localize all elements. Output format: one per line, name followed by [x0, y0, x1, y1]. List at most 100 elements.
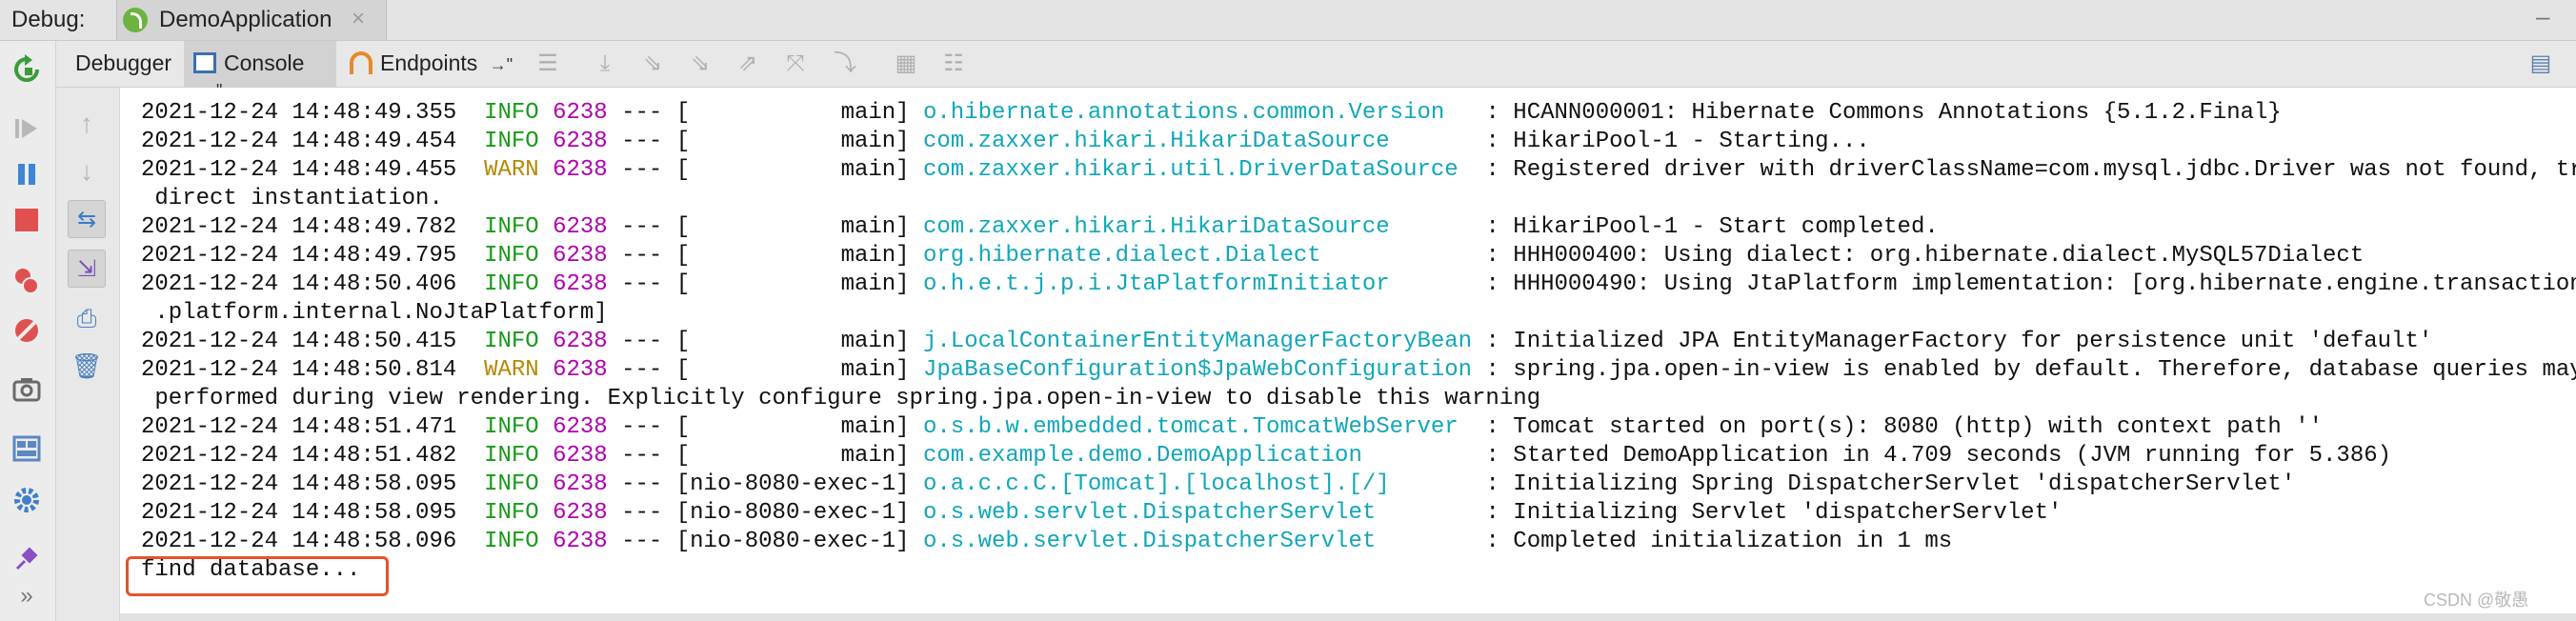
step-out-icon[interactable]: ⇗ — [733, 50, 763, 77]
log-pid: 6238 — [553, 357, 608, 383]
breakpoints-icon[interactable] — [11, 266, 42, 296]
scroll-up-icon[interactable]: ↑ — [68, 105, 106, 143]
snapshot-icon[interactable] — [11, 374, 42, 405]
log-message: : HikariPool-1 - Start completed. — [1485, 214, 1939, 240]
close-icon[interactable]: × — [352, 6, 365, 32]
stop-icon[interactable] — [11, 205, 42, 235]
resume-icon[interactable] — [11, 113, 42, 144]
log-thread: [ main] — [675, 357, 910, 383]
log-timestamp: 2021-12-24 14:48:50.814 — [141, 357, 457, 383]
tab-console[interactable]: Console →" — [184, 41, 336, 100]
log-level: INFO — [484, 529, 539, 554]
debug-title-bar: Debug: DemoApplication × – — [0, 0, 2576, 41]
log-separator: --- — [621, 443, 663, 469]
log-separator: --- — [621, 329, 663, 354]
run-config-tab[interactable]: DemoApplication × — [116, 0, 387, 40]
step-into-icon[interactable]: ⇘ — [637, 50, 668, 77]
log-message: : spring.jpa.open-in-view is enabled by … — [1485, 357, 2576, 383]
log-level: INFO — [484, 243, 539, 269]
log-pid: 6238 — [553, 529, 608, 554]
force-step-into-icon[interactable]: ⇘ — [685, 50, 715, 77]
minimize-icon[interactable]: – — [2536, 2, 2549, 31]
tab-console-label: Console — [224, 50, 305, 75]
log-thread: [nio-8080-exec-1] — [675, 471, 910, 497]
log-line: 2021-12-24 14:48:58.095 INFO 6238 --- [n… — [141, 471, 2576, 499]
endpoints-icon — [350, 51, 372, 74]
log-pid: 6238 — [553, 214, 608, 240]
mute-breakpoints-icon[interactable] — [11, 315, 42, 346]
log-level: INFO — [484, 129, 539, 154]
horizontal-scrollbar[interactable] — [120, 613, 2576, 621]
restore-layout-icon[interactable]: ▤ — [2526, 50, 2556, 77]
log-line: 2021-12-24 14:48:51.482 INFO 6238 --- [ … — [141, 442, 2576, 471]
tab-endpoints[interactable]: Endpoints →" — [340, 41, 542, 87]
log-pid: 6238 — [553, 471, 608, 497]
pin-icon[interactable] — [11, 544, 42, 574]
log-line: 2021-12-24 14:48:50.415 INFO 6238 --- [ … — [141, 328, 2576, 356]
show-execution-point-icon[interactable]: ☰ — [533, 50, 563, 77]
log-timestamp: 2021-12-24 14:48:50.415 — [141, 329, 457, 354]
log-logger: o.s.web.servlet.DispatcherServlet — [922, 529, 1473, 554]
log-separator: --- — [621, 529, 663, 554]
log-message: : HHH000490: Using JtaPlatform implement… — [1485, 271, 2576, 297]
pause-icon[interactable] — [11, 159, 42, 190]
tab-endpoints-pin[interactable]: →" — [490, 55, 513, 74]
scroll-down-icon[interactable]: ↓ — [68, 152, 106, 190]
rerun-icon[interactable] — [11, 54, 42, 85]
log-thread: [ main] — [675, 271, 910, 297]
log-timestamp: 2021-12-24 14:48:58.095 — [141, 471, 457, 497]
log-logger: o.s.web.servlet.DispatcherServlet — [922, 500, 1473, 526]
log-line: 2021-12-24 14:48:49.795 INFO 6238 --- [ … — [141, 242, 2576, 270]
log-timestamp: 2021-12-24 14:48:49.455 — [141, 157, 457, 183]
log-thread: [nio-8080-exec-1] — [675, 500, 910, 526]
console-actions-gutter: ↑ ↓ ⇆ ⇲ ⎙ 🗑 — [56, 88, 120, 621]
settings-icon[interactable] — [11, 485, 42, 515]
log-logger: com.zaxxer.hikari.HikariDataSource — [922, 214, 1473, 240]
print-icon[interactable]: ⎙ — [68, 299, 106, 337]
log-separator: --- — [621, 271, 663, 297]
log-pid: 6238 — [553, 100, 608, 126]
more-icon[interactable]: » — [10, 580, 44, 612]
log-line: .platform.internal.NoJtaPlatform] — [141, 299, 2576, 328]
log-separator: --- — [621, 243, 663, 269]
log-pid: 6238 — [553, 157, 608, 183]
log-level: INFO — [484, 414, 539, 440]
log-continuation: direct instantiation. — [141, 186, 443, 211]
soft-wrap-icon[interactable]: ⇆ — [68, 200, 106, 238]
highlight-box — [126, 556, 389, 596]
log-line: 2021-12-24 14:48:50.406 INFO 6238 --- [ … — [141, 270, 2576, 299]
clear-all-icon[interactable]: 🗑 — [68, 347, 106, 385]
log-logger: o.a.c.c.C.[Tomcat].[localhost].[/] — [922, 471, 1473, 497]
log-logger: o.s.b.w.embedded.tomcat.TomcatWebServer — [922, 414, 1473, 440]
log-timestamp: 2021-12-24 14:48:58.095 — [141, 500, 457, 526]
log-message: : Started DemoApplication in 4.709 secon… — [1485, 443, 2392, 469]
drop-frame-icon[interactable]: ⤧ — [780, 50, 811, 77]
log-separator: --- — [621, 100, 663, 126]
log-timestamp: 2021-12-24 14:48:49.454 — [141, 129, 457, 154]
log-line: 2021-12-24 14:48:49.454 INFO 6238 --- [ … — [141, 128, 2576, 156]
log-timestamp: 2021-12-24 14:48:51.482 — [141, 443, 457, 469]
log-line: 2021-12-24 14:48:58.096 INFO 6238 --- [n… — [141, 528, 2576, 556]
log-thread: [ main] — [675, 329, 910, 354]
log-level: INFO — [484, 443, 539, 469]
log-logger: o.hibernate.annotations.common.Version — [922, 100, 1473, 126]
trace-icon[interactable]: ☷ — [938, 50, 969, 77]
console-output[interactable]: 2021-12-24 14:48:49.355 INFO 6238 --- [ … — [120, 88, 2576, 613]
evaluate-expression-icon[interactable]: ▦ — [891, 50, 921, 77]
log-thread: [ main] — [675, 414, 910, 440]
log-message: : Completed initialization in 1 ms — [1485, 529, 1953, 554]
step-over-icon[interactable]: ⤓ — [590, 50, 620, 77]
layout-icon[interactable] — [11, 433, 42, 464]
run-to-cursor-icon[interactable]: ⤵ — [830, 50, 860, 77]
log-level: INFO — [484, 500, 539, 526]
log-pid: 6238 — [553, 129, 608, 154]
log-level: INFO — [484, 329, 539, 354]
tab-debugger[interactable]: Debugger — [62, 41, 178, 87]
log-timestamp: 2021-12-24 14:48:49.782 — [141, 214, 457, 240]
spring-boot-icon — [123, 8, 148, 32]
log-logger: o.h.e.t.j.p.i.JtaPlatformInitiator — [922, 271, 1473, 297]
log-message: : Registered driver with driverClassName… — [1485, 157, 2576, 183]
log-separator: --- — [621, 471, 663, 497]
tab-endpoints-label: Endpoints — [380, 50, 478, 75]
scroll-to-end-icon[interactable]: ⇲ — [68, 250, 106, 288]
